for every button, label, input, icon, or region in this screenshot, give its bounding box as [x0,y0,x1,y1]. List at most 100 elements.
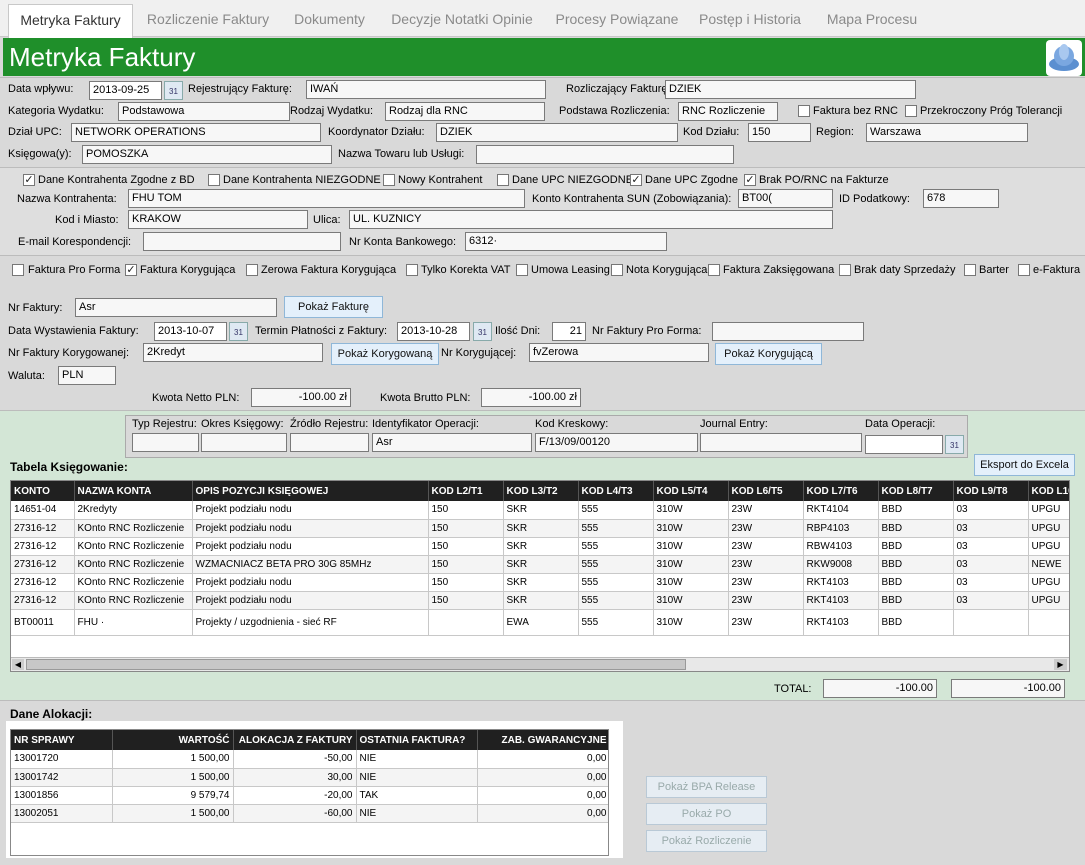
identyfikator-field[interactable]: Asr [372,433,532,452]
table-row[interactable]: 27316-12 KOnto RNC Rozliczenie Projekt pod… [11,573,1069,592]
column-header[interactable]: KOD L2/T1 [428,481,504,501]
column-header[interactable]: KONTO [11,481,75,501]
calendar-icon[interactable]: 31 [229,322,248,341]
scroll-left-icon[interactable]: ◀ [12,659,24,670]
total-field-2[interactable]: -100.00 [951,679,1065,698]
table-row[interactable]: 27316-12 KOnto RNC Rozliczenie Projekt pod… [11,537,1069,556]
check-barter[interactable] [964,264,976,276]
kod-kreskowy-field[interactable]: F/13/09/00120 [535,433,698,452]
horizontal-scrollbar[interactable]: ◀ ▶ [11,657,1069,671]
data-wystawienia-field[interactable]: 2013-10-07 [154,322,227,341]
check-nota[interactable] [611,264,623,276]
check-zgodne-bd[interactable]: ✓ [23,174,35,186]
column-header[interactable]: KOD L8/T7 [878,481,954,501]
nazwa-kontrahenta-field[interactable]: FHU TOM [128,189,525,208]
table-row[interactable]: 27316-12 KOnto RNC Rozliczenie Projekt pod… [11,591,1069,610]
kod-dzialu-field[interactable]: 150 [748,123,811,142]
check-korygujaca[interactable]: ✓ [125,264,137,276]
tab-metryka[interactable]: Metryka Faktury [8,4,133,38]
pokaz-korygujaca-button[interactable]: Pokaż Korygującą [715,343,822,365]
nazwa-towaru-field[interactable] [476,145,734,164]
nr-konta-field[interactable]: 6312· [465,232,667,251]
column-header[interactable]: KOD L7/T6 [803,481,879,501]
region-field[interactable]: Warszawa [866,123,1028,142]
column-header[interactable]: KOD L3/T2 [503,481,579,501]
rodzaj-field[interactable]: Rodzaj dla RNC [385,102,545,121]
table-row[interactable]: 27316-12 KOnto RNC Rozliczenie WZMACNIACZ … [11,555,1069,574]
rozliczajacy-field[interactable]: DZIEK [665,80,916,99]
column-header[interactable]: ZAB. GWARANCYJNE [477,730,608,750]
przekroczony-checkbox[interactable] [905,105,917,117]
column-header[interactable]: WARTOŚĆ [112,730,234,750]
column-header[interactable]: KOD L9/T8 [953,481,1029,501]
typ-rejestru-field[interactable] [132,433,199,452]
tab-postep[interactable]: Postęp i Historia [691,4,809,35]
check-leasing[interactable] [516,264,528,276]
column-header[interactable]: KOD L6/T5 [728,481,804,501]
check-nowy[interactable] [383,174,395,186]
eksport-excel-button[interactable]: Eksport do Excela [974,454,1075,476]
nr-korygowanej-field[interactable]: 2Kredyt [143,343,323,362]
data-operacji-field[interactable] [865,435,943,454]
faktura-bez-rnc-checkbox[interactable] [798,105,810,117]
calendar-icon[interactable]: 31 [473,322,492,341]
data-wplywu-field[interactable]: 2013-09-25 [89,81,162,100]
id-podatkowy-field[interactable]: 678 [923,189,999,208]
tab-rozliczenie[interactable]: Rozliczenie Faktury [138,4,278,35]
rejestrujacy-field[interactable]: IWAŃ [306,80,546,99]
check-upc-niezgodne[interactable] [497,174,509,186]
pokaz-po-button[interactable]: Pokaż PO [646,803,767,825]
kwota-netto-field[interactable]: -100.00 zł [251,388,351,407]
calendar-icon[interactable]: 31 [164,81,183,100]
okres-field[interactable] [201,433,287,452]
column-header[interactable]: NR SPRAWY [11,730,113,750]
table-row[interactable]: BT00011 FHU · Projekty / uzgodnienia - sie… [11,609,1069,636]
dzial-field[interactable]: NETWORK OPERATIONS [71,123,321,142]
podstawa-field[interactable]: RNC Rozliczenie [678,102,778,121]
check-pro-forma[interactable] [12,264,24,276]
table-row[interactable]: 14651-04 2Kredyty Projekt podziału nodu 150… [11,501,1069,520]
waluta-field[interactable]: PLN [58,366,116,385]
tab-procesy[interactable]: Procesy Powiązane [548,4,686,35]
pokaz-bpa-button[interactable]: Pokaż BPA Release [646,776,767,798]
ksiegowa-field[interactable]: POMOSZKA [82,145,332,164]
column-header[interactable]: OPIS POZYCJI KSIĘGOWEJ [192,481,429,501]
column-header[interactable]: KOD L4/T3 [578,481,654,501]
scrollbar-thumb[interactable] [26,659,686,670]
check-brak-po[interactable]: ✓ [744,174,756,186]
ulica-field[interactable]: UL. KUZNICY [349,210,833,229]
check-upc-zgodne[interactable]: ✓ [630,174,642,186]
tab-mapa[interactable]: Mapa Procesu [814,4,930,35]
check-niezgodne[interactable] [208,174,220,186]
email-field[interactable] [143,232,341,251]
table-row[interactable]: 13002051 1 500,00 -60,00 NIE 0,00 [11,804,608,823]
nr-korygujacej-field[interactable]: fvZerowa [529,343,709,362]
check-e-faktura[interactable] [1018,264,1030,276]
table-row[interactable]: 13001720 1 500,00 -50,00 NIE 0,00 [11,750,608,769]
nr-faktury-field[interactable]: Asr [75,298,277,317]
tab-decyzje[interactable]: Decyzje Notatki Opinie [381,4,543,35]
column-header[interactable]: KOD L5/T4 [653,481,729,501]
pokaz-korygowana-button[interactable]: Pokaż Korygowaną [331,343,439,365]
ilosc-dni-field[interactable]: 21 [552,322,586,341]
termin-field[interactable]: 2013-10-28 [397,322,470,341]
check-brak-daty[interactable] [839,264,851,276]
pokaz-rozliczenie-button[interactable]: Pokaż Rozliczenie [646,830,767,852]
check-zerowa[interactable] [246,264,258,276]
check-korekta-vat[interactable] [406,264,418,276]
konto-sun-field[interactable]: BT00( [738,189,833,208]
kategoria-field[interactable]: Podstawowa [118,102,290,121]
table-row[interactable]: 13001856 9 579,74 -20,00 TAK 0,00 [11,786,608,805]
column-header[interactable]: KOD L10 [1028,481,1069,501]
table-row[interactable]: 27316-12 KOnto RNC Rozliczenie Projekt pod… [11,519,1069,538]
table-row[interactable]: 13001742 1 500,00 30,00 NIE 0,00 [11,768,608,787]
calendar-icon[interactable]: 31 [945,435,964,454]
journal-entry-field[interactable] [700,433,862,452]
check-zaksiegowana[interactable] [708,264,720,276]
kwota-brutto-field[interactable]: -100.00 zł [481,388,581,407]
koordynator-field[interactable]: DZIEK [436,123,678,142]
nr-pro-forma-field[interactable] [712,322,864,341]
column-header[interactable]: ALOKACJA Z FAKTURY [233,730,357,750]
column-header[interactable]: NAZWA KONTA [74,481,193,501]
kod-miasto-field[interactable]: KRAKOW [128,210,308,229]
